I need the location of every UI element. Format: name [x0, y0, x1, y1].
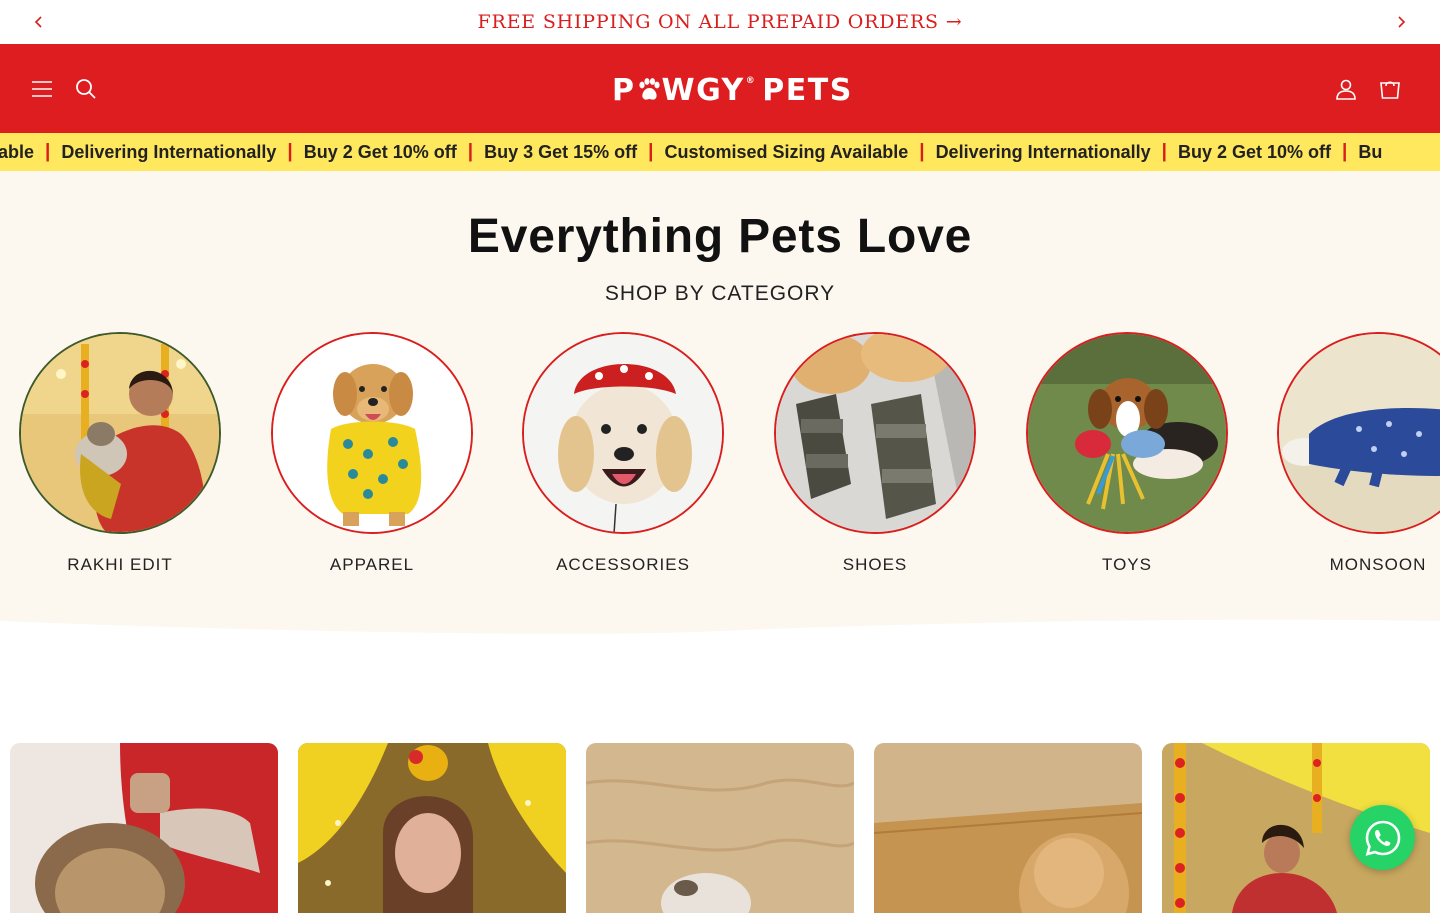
logo-text-part: PETS	[762, 72, 853, 108]
category-image	[774, 332, 976, 534]
product-image	[10, 743, 278, 913]
category-label: TOYS	[1102, 555, 1152, 574]
category-accessories[interactable]: ACCESSORIES	[522, 332, 726, 574]
marquee-item: Buy 2 Get 10% off	[303, 141, 457, 162]
marquee-item: Buy 3 Get 15% off	[484, 141, 638, 162]
category-rakhi-edit[interactable]: RAKHI EDIT	[19, 332, 223, 574]
section-divider-wave	[0, 619, 1440, 643]
category-image	[271, 332, 473, 534]
announcement-text[interactable]: FREE SHIPPING ON ALL PREPAID ORDERS →	[478, 11, 963, 33]
marquee-item: able	[0, 141, 35, 162]
category-toys[interactable]: TOYS	[1026, 332, 1230, 574]
marquee-separator: |	[287, 141, 293, 162]
site-header: P WGY ® PETS	[0, 44, 1440, 133]
product-image	[298, 743, 566, 913]
marquee-separator: |	[45, 141, 51, 162]
product-image	[586, 743, 854, 913]
section-subtitle: SHOP BY CATEGORY	[604, 282, 836, 305]
announcement-bar: FREE SHIPPING ON ALL PREPAID ORDERS →	[0, 0, 1440, 44]
account-icon[interactable]	[1334, 77, 1358, 101]
category-apparel[interactable]: APPAREL	[271, 332, 475, 574]
logo-text-part: P	[612, 72, 636, 108]
promo-marquee: able | Delivering Internationally | Buy 2 Ge…	[0, 133, 1440, 171]
section-title: Everything Pets Love	[467, 210, 973, 263]
category-label: APPAREL	[329, 555, 415, 574]
category-image	[522, 332, 724, 534]
paw-logo-icon	[638, 78, 660, 100]
search-icon[interactable]	[74, 77, 98, 101]
product-card[interactable]	[298, 743, 566, 913]
product-card[interactable]	[10, 743, 278, 913]
marquee-item: Customised Sizing Available	[664, 141, 909, 162]
marquee-separator: |	[919, 141, 925, 162]
category-label: MONSOON	[1329, 555, 1427, 574]
product-image	[874, 743, 1142, 913]
marquee-separator: |	[1342, 141, 1348, 162]
category-label: ACCESSORIES	[556, 555, 690, 574]
product-grid	[0, 641, 1440, 913]
category-image	[1026, 332, 1228, 534]
whatsapp-chat-button[interactable]	[1350, 805, 1415, 870]
category-image	[1277, 332, 1440, 534]
category-shoes[interactable]: SHOES	[774, 332, 978, 574]
marquee-item: Delivering Internationally	[61, 141, 277, 162]
product-card[interactable]	[586, 743, 854, 913]
logo-registered-mark: ®	[745, 76, 757, 86]
logo-text-part: WGY	[661, 72, 745, 108]
category-section: Everything Pets Love SHOP BY CATEGORY RA…	[0, 171, 1440, 643]
marquee-track: able | Delivering Internationally | Buy 2 Ge…	[0, 133, 1382, 171]
menu-icon[interactable]	[30, 77, 54, 101]
category-monsoon[interactable]: MONSOON	[1277, 332, 1440, 574]
marquee-separator: |	[467, 141, 474, 162]
marquee-separator: |	[648, 141, 654, 162]
chevron-right-icon[interactable]	[1391, 12, 1411, 32]
cart-icon[interactable]	[1378, 77, 1402, 101]
marquee-item: Bu	[1358, 141, 1383, 162]
whatsapp-icon	[1365, 820, 1400, 856]
site-logo[interactable]: P WGY ® PETS	[612, 72, 853, 108]
category-image	[19, 332, 221, 534]
marquee-item: Buy 2 Get 10% off	[1177, 141, 1331, 162]
category-label: RAKHI EDIT	[67, 555, 173, 574]
marquee-separator: |	[1161, 141, 1167, 162]
category-label: SHOES	[842, 555, 908, 574]
product-card[interactable]	[874, 743, 1142, 913]
marquee-item: Delivering Internationally	[935, 141, 1151, 162]
chevron-left-icon[interactable]	[29, 12, 49, 32]
